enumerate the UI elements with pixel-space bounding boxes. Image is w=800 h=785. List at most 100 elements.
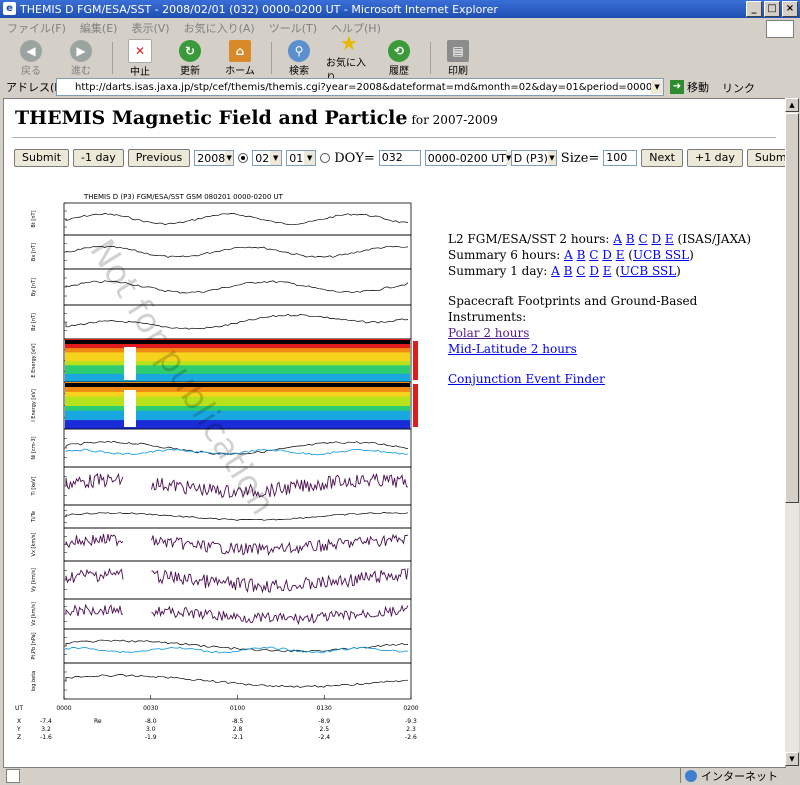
stop-icon: ✕: [128, 38, 152, 63]
panel-label: Vz [km/s]: [31, 602, 37, 626]
sum1-link-d[interactable]: D: [589, 264, 599, 278]
conjunction-link[interactable]: Conjunction Event Finder: [448, 372, 605, 386]
year-select[interactable]: 2008 ▼: [194, 150, 235, 166]
position-axis-label: X: [17, 718, 21, 725]
spectrogram-band: [65, 369, 410, 374]
print-button[interactable]: ▤ 印刷: [435, 39, 481, 77]
position-value: -8.0: [145, 718, 157, 725]
address-input[interactable]: http://darts.isas.jaxa.jp/stp/cef/themis…: [56, 78, 664, 96]
spectrogram-band: [65, 347, 410, 353]
l2-link-d[interactable]: D: [651, 232, 661, 246]
star-icon: ★: [340, 31, 358, 55]
go-button[interactable]: ➜ 移動: [670, 79, 709, 95]
sum1-ucb-link[interactable]: UCB SSL: [620, 264, 676, 278]
day-select[interactable]: 01 ▼: [286, 150, 317, 166]
minus-day-button[interactable]: -1 day: [73, 149, 124, 167]
minimize-button[interactable]: _: [746, 1, 762, 17]
menu-favorites[interactable]: お気に入り(A): [177, 20, 262, 36]
vertical-scrollbar[interactable]: ▲ ▼: [785, 98, 799, 766]
colorbar: [413, 341, 418, 380]
home-icon: ⌂: [229, 39, 251, 62]
globe-icon: [685, 769, 697, 782]
l2-link-a[interactable]: A: [613, 232, 622, 246]
spectrogram-band: [65, 360, 410, 366]
probe-select[interactable]: D (P3) ▼: [510, 150, 557, 166]
sum1-link-b[interactable]: B: [564, 264, 573, 278]
sum6-link-c[interactable]: C: [589, 248, 598, 262]
refresh-button[interactable]: ↻ 更新: [167, 39, 213, 77]
sum6-ucb-link[interactable]: UCB SSL: [633, 248, 689, 262]
colorbar: [413, 384, 418, 427]
l2-link-e[interactable]: E: [665, 232, 674, 246]
favorites-button[interactable]: ★お気に入り: [326, 31, 372, 84]
sum6-link-e[interactable]: E: [616, 248, 625, 262]
panel-frame: [63, 202, 412, 236]
back-arrow-icon: ◀: [20, 39, 42, 62]
position-value: -2.6: [405, 734, 417, 741]
stop-button[interactable]: ✕ 中止: [117, 38, 163, 78]
maximize-button[interactable]: □: [764, 1, 780, 17]
panel-frame: [63, 504, 412, 529]
submit-button[interactable]: Submit: [14, 149, 70, 167]
doy-input[interactable]: 032: [378, 150, 421, 166]
scroll-up-icon[interactable]: ▲: [785, 98, 799, 112]
previous-button[interactable]: Previous: [127, 149, 191, 167]
menu-edit[interactable]: 編集(E): [73, 20, 125, 36]
go-arrow-icon: ➜: [670, 80, 684, 94]
spectrogram-band: [65, 400, 410, 406]
plus-day-button[interactable]: +1 day: [686, 149, 743, 167]
month-select[interactable]: 02 ▼: [252, 150, 283, 166]
period-select[interactable]: 0000-0200 UT ▼: [424, 150, 512, 166]
panel-label: Ti [keV]: [31, 476, 37, 496]
position-value: 3.2: [41, 726, 51, 733]
window-titlebar: e THEMIS D FGM/ESA/SST - 2008/02/01 (032…: [0, 0, 800, 18]
address-bar: アドレス(D) http://darts.isas.jaxa.jp/stp/ce…: [0, 78, 800, 96]
spectrogram-band: [65, 419, 410, 425]
spectrogram-band: [65, 343, 410, 349]
themis-summary-plot: THEMIS D (P3) FGM/ESA/SST GSM 080201 000…: [9, 189, 421, 757]
links-button[interactable]: リンク: [722, 80, 755, 96]
l2-link-b[interactable]: B: [626, 232, 635, 246]
menu-tools[interactable]: ツール(T): [262, 20, 324, 36]
doy-radio[interactable]: [320, 153, 331, 163]
midlat-link[interactable]: Mid-Latitude 2 hours: [448, 342, 577, 356]
sum6-link-b[interactable]: B: [577, 248, 586, 262]
ut-label: UT: [15, 705, 23, 712]
menu-view[interactable]: 表示(V): [124, 20, 176, 36]
l2-source: (ISAS/JAXA): [677, 232, 752, 246]
sum1-link-c[interactable]: C: [576, 264, 585, 278]
next-button[interactable]: Next: [641, 149, 683, 167]
spectrogram-band: [65, 414, 410, 421]
position-value: -1.9: [145, 734, 157, 741]
scroll-down-icon[interactable]: ▼: [785, 752, 799, 766]
monthday-radio[interactable]: [238, 153, 249, 163]
sum6-link-a[interactable]: A: [564, 248, 573, 262]
panel-label: Vy [km/s]: [31, 568, 37, 592]
polar-link[interactable]: Polar 2 hours: [448, 326, 529, 340]
mode-bar: [65, 340, 410, 344]
sum6-link-d[interactable]: D: [602, 248, 612, 262]
back-button[interactable]: ◀ 戻る: [8, 39, 54, 77]
address-dropdown-icon[interactable]: ▼: [651, 80, 663, 94]
forward-button[interactable]: ▶ 進む: [58, 39, 104, 77]
l2-link-c[interactable]: C: [638, 232, 647, 246]
size-input[interactable]: 100: [603, 150, 638, 166]
series-line: [65, 674, 409, 688]
spectrogram-band: [65, 405, 410, 411]
page-subtitle: for 2007-2009: [411, 113, 498, 127]
search-icon: ⚲: [288, 39, 310, 62]
spectrogram-band: [65, 410, 410, 416]
sum1-link-a[interactable]: A: [551, 264, 560, 278]
search-button[interactable]: ⚲ 検索: [276, 39, 322, 77]
submit-button-right[interactable]: Submit: [746, 149, 785, 167]
home-button[interactable]: ⌂ ホーム: [217, 39, 263, 77]
scroll-thumb[interactable]: [785, 113, 799, 503]
panel-frame: [63, 304, 412, 340]
toolbar-separator: [271, 42, 272, 74]
position-value: -8.9: [318, 718, 330, 725]
close-button[interactable]: ×: [782, 1, 798, 17]
toolbar-separator: [112, 42, 113, 74]
sum1-link-e[interactable]: E: [603, 264, 612, 278]
history-button[interactable]: ⟲ 履歴: [376, 39, 422, 77]
menu-file[interactable]: ファイル(F): [0, 20, 73, 36]
